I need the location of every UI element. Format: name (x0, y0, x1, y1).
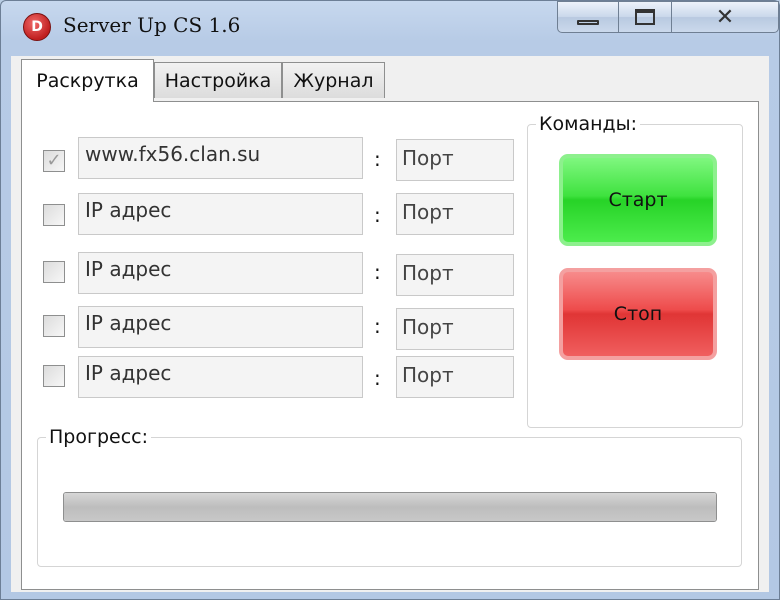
title-bar[interactable]: D Server Up CS 1.6 ✕ (1, 1, 779, 53)
ip-address-input[interactable]: IP адрес (78, 252, 363, 294)
tab-settings[interactable]: Настройка (154, 62, 282, 98)
server-checkbox[interactable] (43, 365, 65, 387)
server-row: ✓ www.fx56.clan.su : Порт (22, 137, 522, 181)
address-port-separator: : (374, 147, 381, 171)
stop-button[interactable]: Стоп (559, 268, 717, 360)
server-row: IP адрес : Порт (22, 306, 522, 350)
ip-address-input[interactable]: IP адрес (78, 193, 363, 235)
maximize-button[interactable] (618, 1, 672, 33)
app-icon: D (23, 13, 51, 41)
tab-panel-promotion: ✓ www.fx56.clan.su : Порт IP адрес : Пор… (21, 101, 759, 590)
address-port-separator: : (374, 203, 381, 227)
commands-label: Команды: (536, 113, 641, 135)
ip-address-input[interactable]: IP адрес (78, 306, 363, 348)
progress-group: Прогресс: (37, 426, 742, 567)
port-input[interactable]: Порт (396, 254, 514, 296)
server-row: IP адрес : Порт (22, 356, 522, 400)
port-input[interactable]: Порт (396, 356, 514, 398)
port-input[interactable]: Порт (396, 139, 514, 181)
server-checkbox[interactable] (43, 315, 65, 337)
progress-bar (63, 492, 717, 522)
window-title: Server Up CS 1.6 (63, 13, 241, 37)
ip-address-input[interactable]: IP адрес (78, 356, 363, 398)
window-client-area: Раскрутка Настройка Журнал ✓ www.fx56.cl… (11, 56, 769, 592)
app-window: D Server Up CS 1.6 ✕ Раскрутка Настройка… (0, 0, 780, 600)
maximize-icon (635, 9, 655, 25)
server-checkbox[interactable] (43, 204, 65, 226)
window-controls: ✕ (557, 1, 779, 35)
start-button[interactable]: Старт (559, 154, 717, 246)
server-checkbox[interactable] (43, 261, 65, 283)
server-checkbox[interactable]: ✓ (43, 150, 65, 172)
tab-promotion[interactable]: Раскрутка (21, 59, 154, 102)
minimize-icon (577, 19, 599, 25)
server-row: IP адрес : Порт (22, 252, 522, 296)
address-port-separator: : (374, 366, 381, 390)
minimize-button[interactable] (557, 1, 619, 33)
commands-group: Команды: Старт Стоп (527, 113, 743, 428)
close-button[interactable]: ✕ (671, 1, 779, 33)
ip-address-input[interactable]: www.fx56.clan.su (78, 137, 363, 179)
checkmark-icon: ✓ (46, 150, 62, 171)
port-input[interactable]: Порт (396, 308, 514, 350)
close-icon: ✕ (715, 4, 735, 30)
server-row: IP адрес : Порт (22, 193, 522, 237)
address-port-separator: : (374, 314, 381, 338)
tab-log[interactable]: Журнал (282, 62, 385, 98)
port-input[interactable]: Порт (396, 193, 514, 235)
address-port-separator: : (374, 260, 381, 284)
progress-label: Прогресс: (46, 426, 151, 448)
progress-bar-fill (64, 493, 716, 521)
